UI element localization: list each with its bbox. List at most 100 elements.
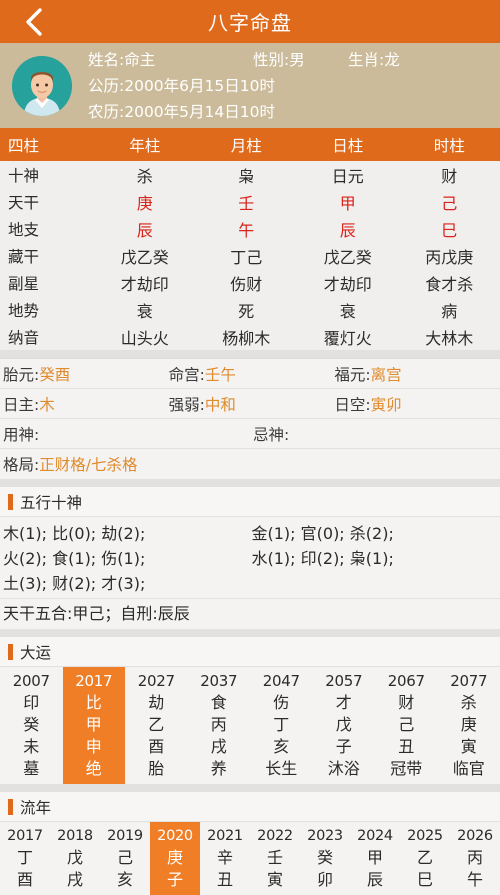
chart-attributes: 胎元:癸酉 命宫:壬午 福元:离宫 日主:木 强弱:中和 日空:寅卯 用神: 忌… xyxy=(0,358,500,479)
wuxing-line: 木(1); 比(0); 劫(2); xyxy=(3,521,252,546)
dayun-cell[interactable]: 2037食丙戌养 xyxy=(188,667,251,784)
dayun-year: 2057 xyxy=(325,670,362,692)
section-divider-2 xyxy=(0,479,500,487)
dayun-cell[interactable]: 2007印癸未墓 xyxy=(0,667,63,784)
avatar[interactable] xyxy=(12,56,72,116)
dayun-l2: 丙 xyxy=(211,714,227,736)
page-title: 八字命盘 xyxy=(208,7,292,36)
pillars-header-4: 时柱 xyxy=(399,134,500,156)
dayun-strip[interactable]: 2007印癸未墓2017比甲申绝2027劫乙酉胎2037食丙戌养2047伤丁亥长… xyxy=(0,667,500,784)
attr-fuyuan: 福元:离宫 xyxy=(334,363,500,385)
attr-minggong: 命宫:壬午 xyxy=(169,363,335,385)
pillars-row-十神: 十神杀枭日元财 xyxy=(0,161,500,188)
dayun-cell[interactable]: 2057才戊子沐浴 xyxy=(313,667,376,784)
pillars-cell: 己 xyxy=(399,190,500,214)
dayun-l2: 戊 xyxy=(336,714,352,736)
dayun-cell[interactable]: 2067财己丑冠带 xyxy=(375,667,438,784)
attr-qiangruo: 强弱:中和 xyxy=(169,393,335,415)
liunian-cell[interactable]: 2017丁酉 xyxy=(0,822,50,895)
attr-geju: 格局:正财格/七杀格 xyxy=(3,453,137,475)
pillars-header-2: 月柱 xyxy=(196,134,298,156)
wuxing-section-title: 五行十神 xyxy=(20,491,82,513)
liunian-l1: 己 xyxy=(117,847,133,869)
pillars-row-藏干: 藏干戊乙癸丁己戊乙癸丙戊庚 xyxy=(0,242,500,269)
wuxing-line: 火(2); 食(1); 伤(1); xyxy=(3,546,252,571)
liunian-cell[interactable]: 2022壬寅 xyxy=(250,822,300,895)
pillars-cell: 食才杀 xyxy=(399,271,500,295)
section-divider-4 xyxy=(0,784,500,792)
liunian-cell[interactable]: 2021辛丑 xyxy=(200,822,250,895)
pillars-header-0: 四柱 xyxy=(0,134,100,156)
dayun-year: 2007 xyxy=(13,670,50,692)
wuxing-grid: 木(1); 比(0); 劫(2); 火(2); 食(1); 伤(1); 土(3)… xyxy=(0,517,500,598)
attr-row-3: 用神: 忌神: xyxy=(0,419,500,449)
liunian-cell[interactable]: 2024甲辰 xyxy=(350,822,400,895)
attr-rizhu: 日主:木 xyxy=(3,393,169,415)
pillars-row-纳音: 纳音山头火杨柳木覆灯火大林木 xyxy=(0,323,500,350)
liunian-year: 2017 xyxy=(7,825,43,847)
dayun-cell[interactable]: 2047伤丁亥长生 xyxy=(250,667,313,784)
dayun-l3: 亥 xyxy=(273,736,289,758)
wuxing-column-right: 金(1); 官(0); 杀(2); 水(1); 印(2); 枭(1); xyxy=(252,521,500,596)
chevron-left-icon xyxy=(23,6,45,38)
pillars-cell: 才劫印 xyxy=(297,271,399,295)
liunian-cell[interactable]: 2026丙午 xyxy=(450,822,500,895)
liunian-strip[interactable]: 2017丁酉2018戊戌2019己亥2020庚子2021辛丑2022壬寅2023… xyxy=(0,822,500,895)
profile-info: 姓名:命主 性别:男 生肖:龙 公历:2000年6月15日10时 农历:2000… xyxy=(88,47,400,125)
liunian-year: 2021 xyxy=(207,825,243,847)
liunian-cell[interactable]: 2023癸卯 xyxy=(300,822,350,895)
attr-row-1: 胎元:癸酉 命宫:壬午 福元:离宫 xyxy=(0,359,500,389)
attr-rikong: 日空:寅卯 xyxy=(334,393,500,415)
dayun-cell[interactable]: 2027劫乙酉胎 xyxy=(125,667,188,784)
liunian-cell[interactable]: 2019己亥 xyxy=(100,822,150,895)
liunian-l1: 癸 xyxy=(317,847,333,869)
liunian-cell[interactable]: 2020庚子 xyxy=(150,822,200,895)
attr-yongshen: 用神: xyxy=(3,423,253,445)
pillars-row-label: 地支 xyxy=(0,218,100,240)
dayun-cell[interactable]: 2017比甲申绝 xyxy=(63,667,126,784)
liunian-cell[interactable]: 2018戊戌 xyxy=(50,822,100,895)
liunian-l1: 甲 xyxy=(367,847,383,869)
dayun-l1: 杀 xyxy=(461,692,477,714)
pillars-table-body: 十神杀枭日元财天干庚壬甲己地支辰午辰巳藏干戊乙癸丁己戊乙癸丙戊庚副星才劫印伤财才… xyxy=(0,161,500,350)
attr-fuyuan-label: 福元: xyxy=(334,366,370,384)
attr-row-2: 日主:木 强弱:中和 日空:寅卯 xyxy=(0,389,500,419)
pillars-row-label: 地势 xyxy=(0,299,100,321)
dayun-l2: 癸 xyxy=(23,714,39,736)
attr-jishen: 忌神: xyxy=(253,423,289,445)
wuxing-line: 水(1); 印(2); 枭(1); xyxy=(252,546,500,571)
dayun-l4: 绝 xyxy=(86,758,102,780)
dayun-l2: 乙 xyxy=(148,714,164,736)
attr-yongshen-label: 用神: xyxy=(3,426,39,444)
liunian-year: 2022 xyxy=(257,825,293,847)
attr-fuyuan-value: 离宫 xyxy=(371,366,402,384)
pillars-cell: 枭 xyxy=(196,163,298,187)
liunian-l2: 辰 xyxy=(367,869,383,891)
dayun-cell[interactable]: 2077杀庚寅临官 xyxy=(438,667,500,784)
dayun-l4: 长生 xyxy=(265,758,297,780)
dayun-year: 2037 xyxy=(200,670,237,692)
section-divider xyxy=(0,350,500,358)
pillars-row-天干: 天干庚壬甲己 xyxy=(0,188,500,215)
dayun-section-title: 大运 xyxy=(20,641,51,663)
profile-header: 姓名:命主 性别:男 生肖:龙 公历:2000年6月15日10时 农历:2000… xyxy=(0,43,500,128)
dayun-year: 2017 xyxy=(75,670,112,692)
title-bar: 八字命盘 xyxy=(0,0,500,43)
attr-geju-value: 正财格/七杀格 xyxy=(39,456,137,474)
back-button[interactable] xyxy=(14,0,54,43)
dayun-l1: 印 xyxy=(23,692,39,714)
liunian-cell[interactable]: 2025乙巳 xyxy=(400,822,450,895)
dayun-l3: 申 xyxy=(86,736,102,758)
pillars-cell: 才劫印 xyxy=(94,271,196,295)
pillars-cell: 丁己 xyxy=(196,244,298,268)
dayun-l3: 寅 xyxy=(461,736,477,758)
dayun-l3: 酉 xyxy=(148,736,164,758)
dayun-l4: 沐浴 xyxy=(328,758,360,780)
profile-solar-date: 公历:2000年6月15日10时 xyxy=(88,73,400,99)
liunian-l2: 丑 xyxy=(217,869,233,891)
attr-rizhu-value: 木 xyxy=(39,396,55,414)
liunian-l1: 戊 xyxy=(67,847,83,869)
dayun-l1: 伤 xyxy=(273,692,289,714)
dayun-year: 2027 xyxy=(138,670,175,692)
attr-rizhu-label: 日主: xyxy=(3,396,39,414)
